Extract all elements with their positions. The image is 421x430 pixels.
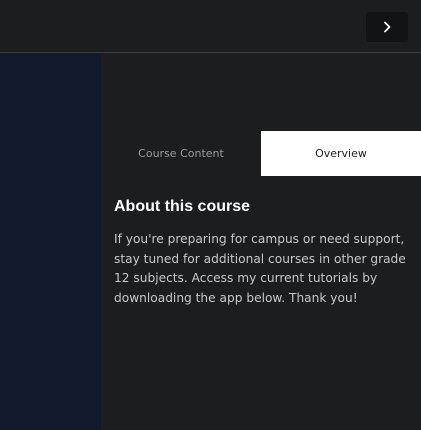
course-tabs: Course Content Overview [101, 131, 421, 176]
course-overview-panel: Course Content Overview About this cours… [101, 54, 421, 430]
top-bar [0, 0, 421, 53]
next-button[interactable] [366, 12, 408, 42]
chevron-right-icon [382, 21, 392, 33]
tab-course-content[interactable]: Course Content [101, 131, 261, 176]
tab-overview[interactable]: Overview [261, 131, 421, 176]
about-title: About this course [114, 198, 251, 215]
side-panel [0, 54, 101, 430]
about-description: If you're preparing for campus or need s… [114, 232, 406, 305]
